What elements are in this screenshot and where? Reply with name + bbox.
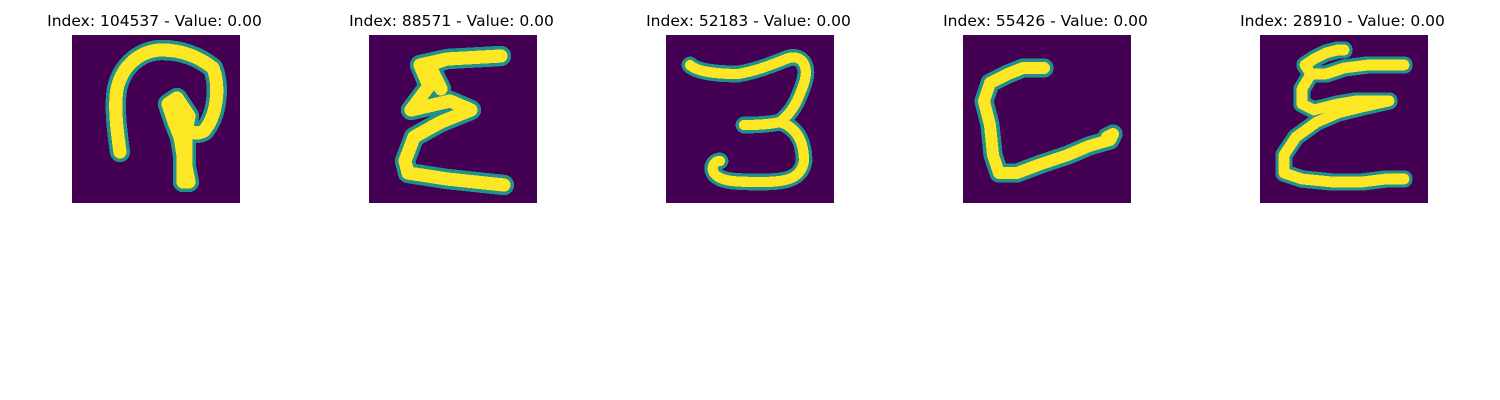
image-panel: Index: 88571 - Value: 0.00 [303,0,600,210]
image-panel: Index: 104537 - Value: 0.00 [6,0,303,210]
image-panel: Index: 52183 - Value: 0.00 [600,0,897,210]
panel-title: Index: 28910 - Value: 0.00 [1240,12,1445,30]
panel-title: Index: 104537 - Value: 0.00 [47,12,262,30]
handwritten-glyph-icon [369,35,537,203]
handwritten-glyph-icon [1260,35,1428,203]
handwritten-glyph-icon [666,35,834,203]
panel-title: Index: 55426 - Value: 0.00 [943,12,1148,30]
handwritten-glyph-icon [963,35,1131,203]
image-panel: Index: 55426 - Value: 0.00 [897,0,1194,210]
image-panel: Index: 28910 - Value: 0.00 [1194,0,1491,210]
panel-title: Index: 52183 - Value: 0.00 [646,12,851,30]
handwritten-glyph-icon [72,35,240,203]
panel-title: Index: 88571 - Value: 0.00 [349,12,554,30]
